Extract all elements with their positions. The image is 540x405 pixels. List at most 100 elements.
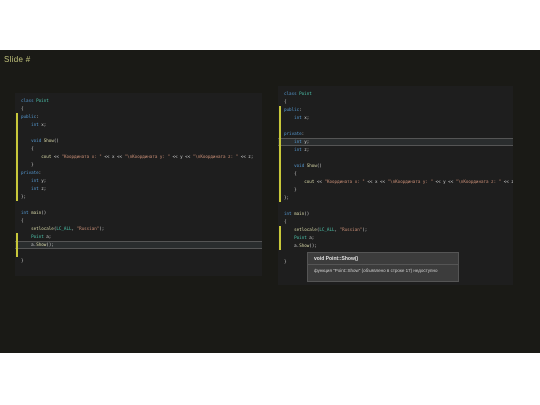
tooltip-divider [308, 264, 458, 265]
code-line[interactable]: int x; [278, 114, 513, 122]
code-line[interactable]: } [15, 161, 262, 169]
change-marker [279, 114, 281, 122]
code-text: int x; [294, 115, 310, 120]
change-marker [279, 242, 281, 250]
code-line[interactable]: void Show() [278, 162, 513, 170]
code-line[interactable]: a.Show(); [278, 242, 513, 250]
code-line[interactable]: Point a; [15, 233, 262, 241]
code-line[interactable] [278, 122, 513, 130]
code-text: { [284, 219, 287, 224]
code-line[interactable] [278, 202, 513, 210]
code-line[interactable]: int y; [278, 138, 513, 146]
code-text: public: [21, 114, 39, 119]
code-line[interactable]: setlocale(LC_ALL, "Russian"); [278, 226, 513, 234]
code-line[interactable]: void Show() [15, 137, 262, 145]
code-text: class Point [284, 91, 312, 96]
code-line[interactable]: { [278, 98, 513, 106]
code-line[interactable]: Point a; [278, 234, 513, 242]
code-text: Point a; [294, 235, 315, 240]
code-line[interactable]: int x; [15, 121, 262, 129]
code-text: { [21, 106, 24, 111]
change-marker [279, 162, 281, 170]
code-text: int x; [31, 122, 47, 127]
code-line[interactable] [15, 201, 262, 209]
code-text: a.Show(); [294, 243, 317, 248]
code-line[interactable]: cout << "Координата x: " << x << "\nКоор… [278, 178, 513, 186]
code-line[interactable]: class Point [278, 90, 513, 98]
code-line[interactable]: private: [15, 169, 262, 177]
code-text: int y; [294, 139, 310, 144]
change-marker [279, 106, 281, 114]
code-line[interactable]: public: [15, 113, 262, 121]
change-marker [16, 129, 18, 137]
change-marker [16, 169, 18, 177]
code-line[interactable]: int y; [15, 177, 262, 185]
code-text: } [21, 258, 24, 263]
code-text: void Show() [294, 163, 322, 168]
tooltip-message: функция "Point::Show" (объявлено в строк… [314, 268, 438, 273]
code-text: class Point [21, 98, 49, 103]
code-line[interactable]: setlocale(LC_ALL, "Russian"); [15, 225, 262, 233]
slide-title: Slide # [4, 55, 31, 64]
change-marker [16, 137, 18, 145]
code-line[interactable]: } [278, 186, 513, 194]
change-marker [16, 113, 18, 121]
code-text: int main() [284, 211, 310, 216]
change-marker [16, 161, 18, 169]
change-marker [16, 233, 18, 241]
error-tooltip: void Point::Show() функция "Point::Show"… [307, 252, 459, 282]
code-line[interactable] [15, 129, 262, 137]
code-text: private: [21, 170, 42, 175]
change-marker [279, 130, 281, 138]
code-text: cout << "Координата x: " << x << "\nКоор… [41, 154, 254, 159]
code-line[interactable]: public: [278, 106, 513, 114]
change-marker [16, 241, 18, 249]
code-line[interactable]: { [278, 218, 513, 226]
change-marker [16, 177, 18, 185]
code-line[interactable]: { [15, 145, 262, 153]
change-marker [279, 178, 281, 186]
change-marker [279, 170, 281, 178]
code-line[interactable]: int main() [278, 210, 513, 218]
code-text: public: [284, 107, 302, 112]
code-line[interactable] [278, 154, 513, 162]
code-line[interactable]: { [15, 217, 262, 225]
code-line[interactable]: { [15, 105, 262, 113]
change-marker [16, 249, 18, 257]
code-line[interactable]: private: [278, 130, 513, 138]
code-line[interactable]: }; [15, 193, 262, 201]
change-marker [16, 193, 18, 201]
code-line[interactable]: int main() [15, 209, 262, 217]
code-line[interactable]: cout << "Координата x: " << x << "\nКоор… [15, 153, 262, 161]
code-line[interactable]: a.Show(); [15, 241, 262, 249]
code-text: setlocale(LC_ALL, "Russian"); [294, 227, 368, 232]
code-text: { [284, 99, 287, 104]
code-text: int main() [21, 210, 47, 215]
code-text: } [284, 259, 287, 264]
change-marker [16, 145, 18, 153]
code-text: }; [21, 194, 27, 199]
code-editor-left[interactable]: class Point { public: int x; void Show() {… [15, 93, 262, 276]
change-marker [279, 226, 281, 234]
code-line[interactable]: }; [278, 194, 513, 202]
change-marker [16, 153, 18, 161]
code-line[interactable]: } [15, 257, 262, 265]
code-text: cout << "Координата x: " << x << "\nКоор… [304, 179, 513, 184]
code-text: }; [284, 195, 290, 200]
code-text: { [294, 171, 297, 176]
change-marker [16, 185, 18, 193]
code-text: private: [284, 131, 305, 136]
code-line[interactable]: int z; [15, 185, 262, 193]
change-marker [279, 186, 281, 194]
code-line[interactable]: { [278, 170, 513, 178]
code-text: void Show() [31, 138, 59, 143]
code-text: { [31, 146, 34, 151]
code-line[interactable]: class Point [15, 97, 262, 105]
change-marker [279, 154, 281, 162]
change-marker [279, 122, 281, 130]
code-line[interactable]: int z; [278, 146, 513, 154]
change-marker [16, 121, 18, 129]
code-text: int z; [294, 147, 310, 152]
change-marker [279, 146, 281, 154]
code-line[interactable] [15, 249, 262, 257]
